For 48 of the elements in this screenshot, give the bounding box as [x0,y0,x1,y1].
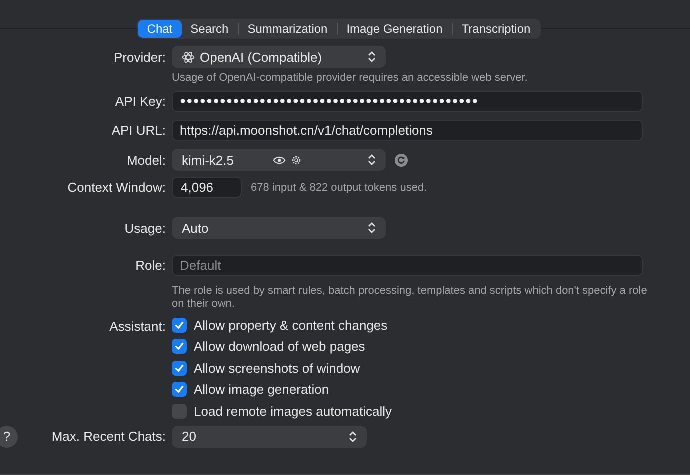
max-recent-chats-popup[interactable]: 20 [172,426,367,448]
checkbox[interactable] [172,318,187,333]
updown-chevron-icon [368,222,376,234]
model-popup[interactable]: kimi-k2.5 [172,149,386,171]
checkmark-icon [174,320,185,331]
checkmark-icon [174,362,185,374]
checkbox-label[interactable]: Allow property & content changes [194,318,388,333]
checkbox[interactable] [172,339,187,354]
checkbox-label[interactable]: Load remote images automatically [194,404,392,419]
updown-chevron-icon [368,51,376,63]
token-usage-text: 678 input & 822 output tokens used. [251,182,428,194]
checkbox[interactable] [172,404,187,419]
field-label: Role: [134,258,167,273]
field-label: Usage: [124,220,167,236]
field-label: Max. Recent Chats: [50,429,167,444]
help-text: The role is used by smart rules, batch processing, templates and scripts which don't specify a role on their own. [172,285,648,311]
atom-icon [182,50,195,64]
checkmark-icon [174,341,185,352]
provider-popup[interactable]: OpenAI (Compatible) [172,46,386,68]
field-label: Model: [126,152,167,168]
field-label: Assistant: [108,318,167,334]
context-window-field[interactable]: 4,096 [172,177,242,198]
gear-icon [291,154,302,166]
field-label: Context Window: [66,180,167,195]
updown-chevron-icon [349,430,357,442]
checkbox-label[interactable]: Allow download of web pages [194,339,366,354]
tab[interactable]: Search [182,20,238,38]
checkbox[interactable] [172,360,187,376]
checkbox-label[interactable]: Allow image generation [194,382,330,398]
refresh-icon[interactable] [395,154,408,166]
tab[interactable]: Summarization [238,20,337,38]
field-label: API Key: [114,94,167,109]
tab[interactable]: Transcription [452,20,540,38]
api-key-field[interactable]: ●●●●●●●●●●●●●●●●●●●●●●●●●●●●●●●●●●●●●●●●●●●●● [172,91,643,112]
tab[interactable]: Chat [138,20,182,38]
eye-icon [273,156,286,164]
field-label: API URL: [110,123,167,138]
updown-chevron-icon [368,154,376,166]
tab[interactable]: Image Generation [338,20,452,38]
usage-popup[interactable]: Auto [172,217,386,239]
help-button[interactable]: ? [0,426,18,448]
checkmark-icon [174,384,185,396]
api-url-field[interactable]: https://api.moonshot.cn/v1/chat/completions [172,120,643,141]
field-label: Provider: [112,50,167,64]
role-field[interactable]: Default [172,255,643,276]
checkbox[interactable] [172,382,187,398]
help-text: Usage of OpenAI-compatible provider requires an accessible web server. [172,72,528,84]
checkbox-label[interactable]: Allow screenshots of window [194,360,360,376]
